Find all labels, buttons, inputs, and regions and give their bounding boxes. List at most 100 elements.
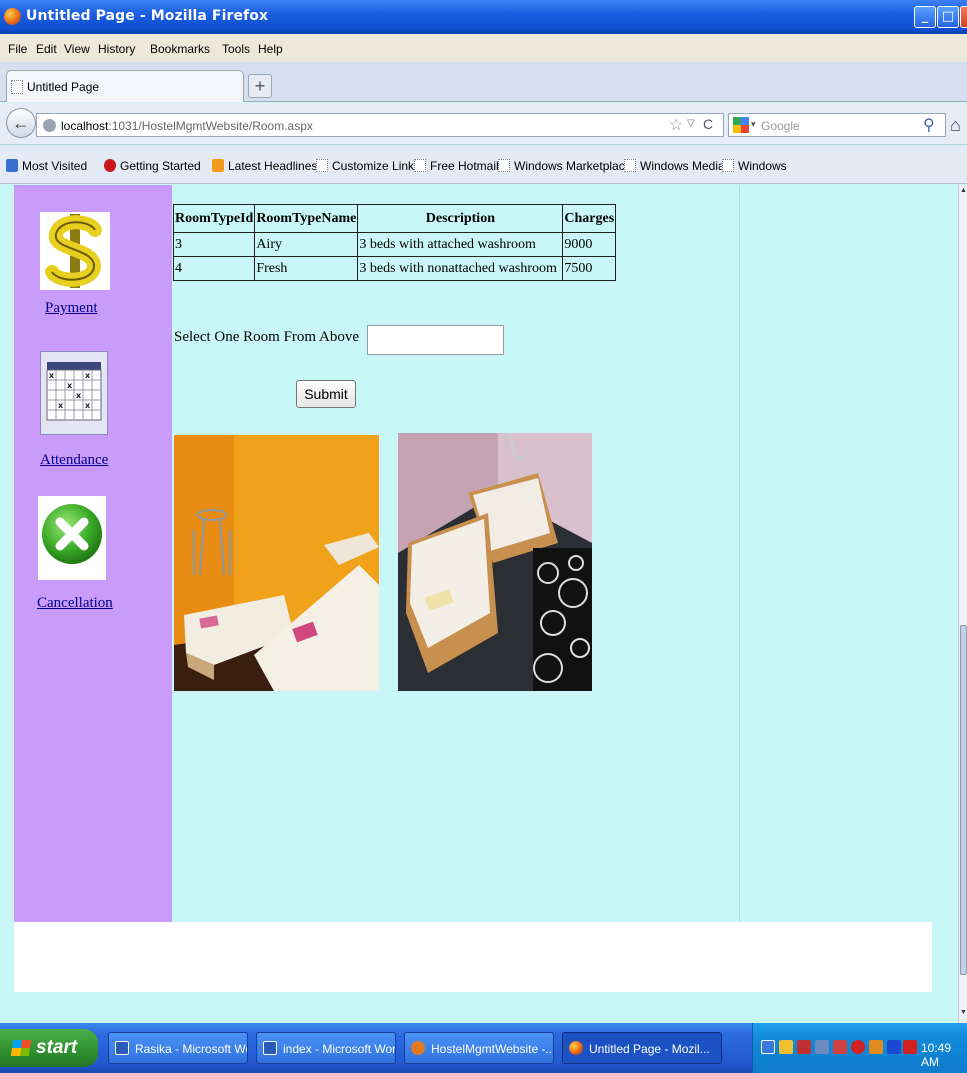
close-button[interactable]: [960, 6, 967, 28]
firefox-icon: [4, 8, 21, 25]
search-engine-dropdown-icon[interactable]: ▾: [751, 119, 756, 130]
google-icon[interactable]: [733, 117, 749, 133]
start-label: start: [36, 1037, 78, 1058]
rss-icon: [212, 159, 224, 172]
bookmark-windows-marketplace[interactable]: Windows Marketplace: [498, 159, 631, 173]
scroll-up-icon[interactable]: ▲: [959, 187, 967, 199]
network-icon[interactable]: [761, 1040, 775, 1054]
bookmark-windows-media[interactable]: Windows Media: [624, 159, 725, 173]
column-header: Description: [357, 204, 564, 233]
new-tab-button[interactable]: +: [248, 74, 272, 98]
menu-view[interactable]: View: [64, 42, 90, 56]
tab-untitled-page[interactable]: Untitled Page: [6, 70, 244, 102]
menu-file[interactable]: File: [8, 42, 27, 56]
taskbar-item-firefox[interactable]: Untitled Page - Mozil...: [562, 1032, 722, 1064]
table-cell: 4: [172, 256, 256, 281]
table-cell: 9000: [562, 232, 617, 257]
taskbar-item-index-word[interactable]: index - Microsoft Word: [256, 1032, 396, 1064]
column-header: Charges: [562, 204, 617, 233]
menu-help[interactable]: Help: [258, 42, 283, 56]
column-header: RoomTypeId: [172, 204, 256, 233]
column-header: RoomTypeName: [254, 204, 359, 233]
sidebar-link-cancellation[interactable]: Cancellation: [37, 595, 113, 612]
back-button[interactable]: ←: [6, 108, 36, 138]
bookmark-most-visited[interactable]: Most Visited: [6, 159, 87, 173]
taskbar-item-hostel-website[interactable]: HostelMgmtWebsite -...: [404, 1032, 554, 1064]
cancel-icon[interactable]: [38, 496, 106, 580]
tray-app-icon[interactable]: [797, 1040, 811, 1054]
table-row: 4 Fresh 3 beds with nonattached washroom…: [172, 256, 617, 281]
search-icon[interactable]: ⚲: [923, 115, 935, 135]
menu-history[interactable]: History: [98, 42, 135, 56]
page-icon: [414, 159, 426, 172]
svg-text:x: x: [58, 401, 64, 410]
tray-app-icon[interactable]: [779, 1040, 793, 1054]
dollar-icon[interactable]: [40, 212, 110, 290]
svg-text:x: x: [76, 391, 82, 400]
word-icon: [115, 1041, 129, 1055]
search-bar[interactable]: ▾ Google ⚲: [728, 113, 946, 137]
system-tray: 10:49 AM: [752, 1023, 967, 1073]
svg-text:x: x: [85, 401, 91, 410]
visual-studio-icon: [411, 1041, 425, 1055]
table-cell: 3 beds with attached washroom: [357, 232, 564, 257]
bookmark-customize-links[interactable]: Customize Links: [316, 159, 420, 173]
table-cell: Fresh: [254, 256, 359, 281]
history-dropdown-icon[interactable]: ▽: [687, 118, 695, 129]
bookmark-windows[interactable]: Windows: [722, 159, 787, 173]
table-cell: 3 beds with nonattached washroom: [357, 256, 564, 281]
menu-edit[interactable]: Edit: [36, 42, 57, 56]
page-content: Payment xxxxxx Attendance Cancellation R…: [0, 185, 958, 1023]
svg-text:x: x: [85, 371, 91, 380]
menu-bar: File Edit View History Bookmarks Tools H…: [0, 34, 967, 62]
bookmark-latest-headlines[interactable]: Latest Headlines: [212, 159, 317, 173]
bluetooth-icon[interactable]: [887, 1040, 901, 1054]
tab-strip: Untitled Page +: [0, 62, 967, 102]
scroll-down-icon[interactable]: ▼: [959, 1009, 967, 1021]
room-selection-input[interactable]: [367, 325, 504, 355]
room-photo-fresh: [398, 433, 592, 691]
home-icon[interactable]: ⌂: [950, 115, 961, 136]
bookmark-getting-started[interactable]: Getting Started: [104, 159, 201, 173]
tray-app-icon[interactable]: [833, 1040, 847, 1054]
sidebar-link-payment[interactable]: Payment: [45, 300, 98, 317]
table-row: 3 Airy 3 beds with attached washroom 900…: [172, 232, 617, 257]
table-header-row: RoomTypeId RoomTypeName Description Char…: [172, 204, 617, 233]
sidebar-link-attendance[interactable]: Attendance: [40, 452, 108, 469]
firefox-icon: [104, 159, 116, 172]
vertical-scrollbar[interactable]: ▲ ▼: [958, 185, 967, 1023]
start-button[interactable]: start: [0, 1029, 98, 1067]
windows-taskbar: start Rasika - Microsoft Word index - Mi…: [0, 1023, 967, 1073]
tray-app-icon[interactable]: [869, 1040, 883, 1054]
page-icon: [624, 159, 636, 172]
calendar-icon[interactable]: xxxxxx: [40, 351, 108, 435]
most-visited-icon: [6, 159, 18, 172]
maximize-button[interactable]: □: [937, 6, 959, 28]
scrollbar-thumb[interactable]: [960, 625, 967, 975]
search-placeholder: Google: [761, 119, 800, 133]
word-icon: [263, 1041, 277, 1055]
column-divider: [739, 185, 740, 922]
windows-logo-icon: [10, 1040, 32, 1056]
clock: 10:49 AM: [921, 1041, 952, 1069]
minimize-button[interactable]: _: [914, 6, 936, 28]
menu-bookmarks[interactable]: Bookmarks: [150, 42, 210, 56]
url-host: localhost: [61, 119, 109, 133]
menu-tools[interactable]: Tools: [222, 42, 250, 56]
taskbar-item-rasika-word[interactable]: Rasika - Microsoft Word: [108, 1032, 248, 1064]
bookmark-star-icon[interactable]: ☆: [669, 115, 683, 135]
tray-app-icon[interactable]: [815, 1040, 829, 1054]
submit-button[interactable]: Submit: [296, 380, 356, 408]
address-bar[interactable]: localhost:1031/HostelMgmtWebsite/Room.as…: [36, 113, 724, 137]
navigation-bar: ← localhost:1031/HostelMgmtWebsite/Room.…: [0, 103, 967, 145]
bookmark-free-hotmail[interactable]: Free Hotmail: [414, 159, 499, 173]
select-room-label: Select One Room From Above: [174, 329, 359, 345]
footer-area: [14, 922, 932, 992]
svg-text:x: x: [67, 381, 73, 390]
reload-icon[interactable]: C: [703, 116, 713, 132]
tray-app-icon[interactable]: [851, 1040, 865, 1054]
svg-text:x: x: [49, 371, 55, 380]
table-cell: 7500: [562, 256, 617, 281]
table-cell: Airy: [254, 232, 359, 257]
antivirus-icon[interactable]: [903, 1040, 917, 1054]
